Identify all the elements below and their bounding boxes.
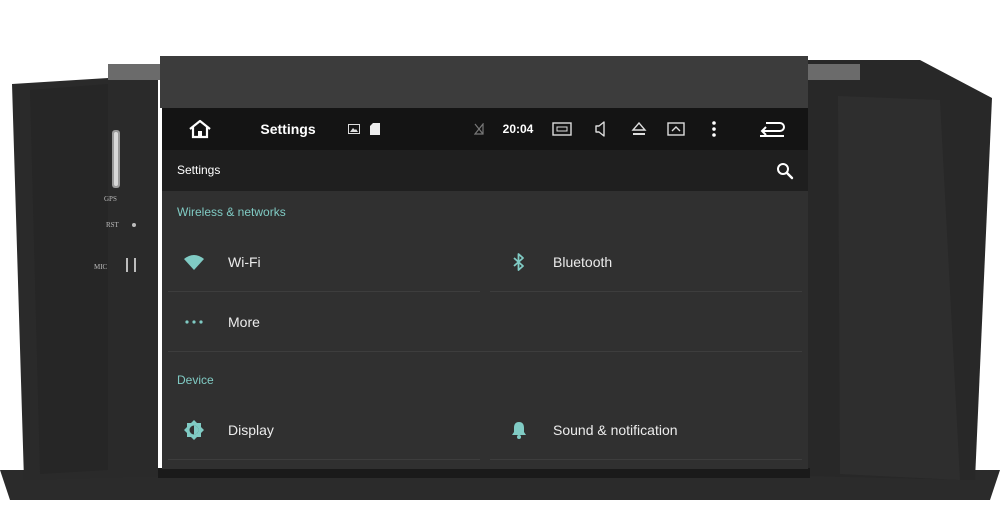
back-button[interactable] (752, 108, 792, 150)
bell-icon (512, 422, 526, 439)
bluetooth-icon (513, 253, 524, 271)
divider (490, 459, 802, 460)
settings-item-label: Display (228, 422, 274, 438)
overflow-menu-icon[interactable] (704, 108, 724, 150)
wifi-icon (184, 255, 204, 270)
search-icon (777, 163, 794, 180)
clock: 20:04 (502, 122, 534, 136)
divider (168, 459, 480, 460)
no-signal-icon (472, 108, 486, 150)
brightness-icon (184, 420, 204, 440)
page-title: Settings (177, 163, 221, 177)
settings-item-wifi[interactable]: Wi-Fi (162, 233, 482, 291)
settings-item-more[interactable]: More (162, 293, 808, 351)
rst-label: RST (106, 221, 119, 229)
image-notification-icon (346, 108, 362, 150)
section-header-device: Device (177, 373, 214, 387)
status-bar-title: Settings (260, 121, 316, 137)
divider (168, 291, 480, 292)
settings-item-bluetooth[interactable]: Bluetooth (487, 233, 808, 291)
divider (168, 351, 802, 352)
settings-item-label: More (228, 314, 260, 330)
settings-item-label: Bluetooth (553, 254, 613, 270)
back-icon (760, 122, 785, 137)
multiwindow-icon[interactable] (665, 108, 687, 150)
search-button[interactable] (770, 156, 800, 186)
settings-item-display[interactable]: Display (162, 401, 482, 459)
volume-icon[interactable] (590, 108, 612, 150)
settings-item-label: Wi-Fi (228, 254, 261, 270)
home-button[interactable] (180, 108, 220, 150)
status-bar: Settings 20:04 (162, 108, 808, 150)
eject-icon[interactable] (628, 108, 650, 150)
screen: Settings 20:04 Settings Wireless & netwo… (162, 108, 808, 469)
more-dots-icon (185, 320, 203, 324)
screenshot-icon[interactable] (550, 108, 574, 150)
gps-label: GPS (104, 195, 117, 203)
app-bar: Settings (162, 150, 808, 191)
section-header-wireless: Wireless & networks (177, 205, 286, 219)
divider (490, 291, 802, 292)
mic-label: MIC (94, 263, 108, 271)
home-icon (189, 119, 211, 139)
settings-item-sound-notification[interactable]: Sound & notification (487, 401, 808, 459)
settings-item-label: Sound & notification (553, 422, 678, 438)
sdcard-icon (368, 108, 382, 150)
